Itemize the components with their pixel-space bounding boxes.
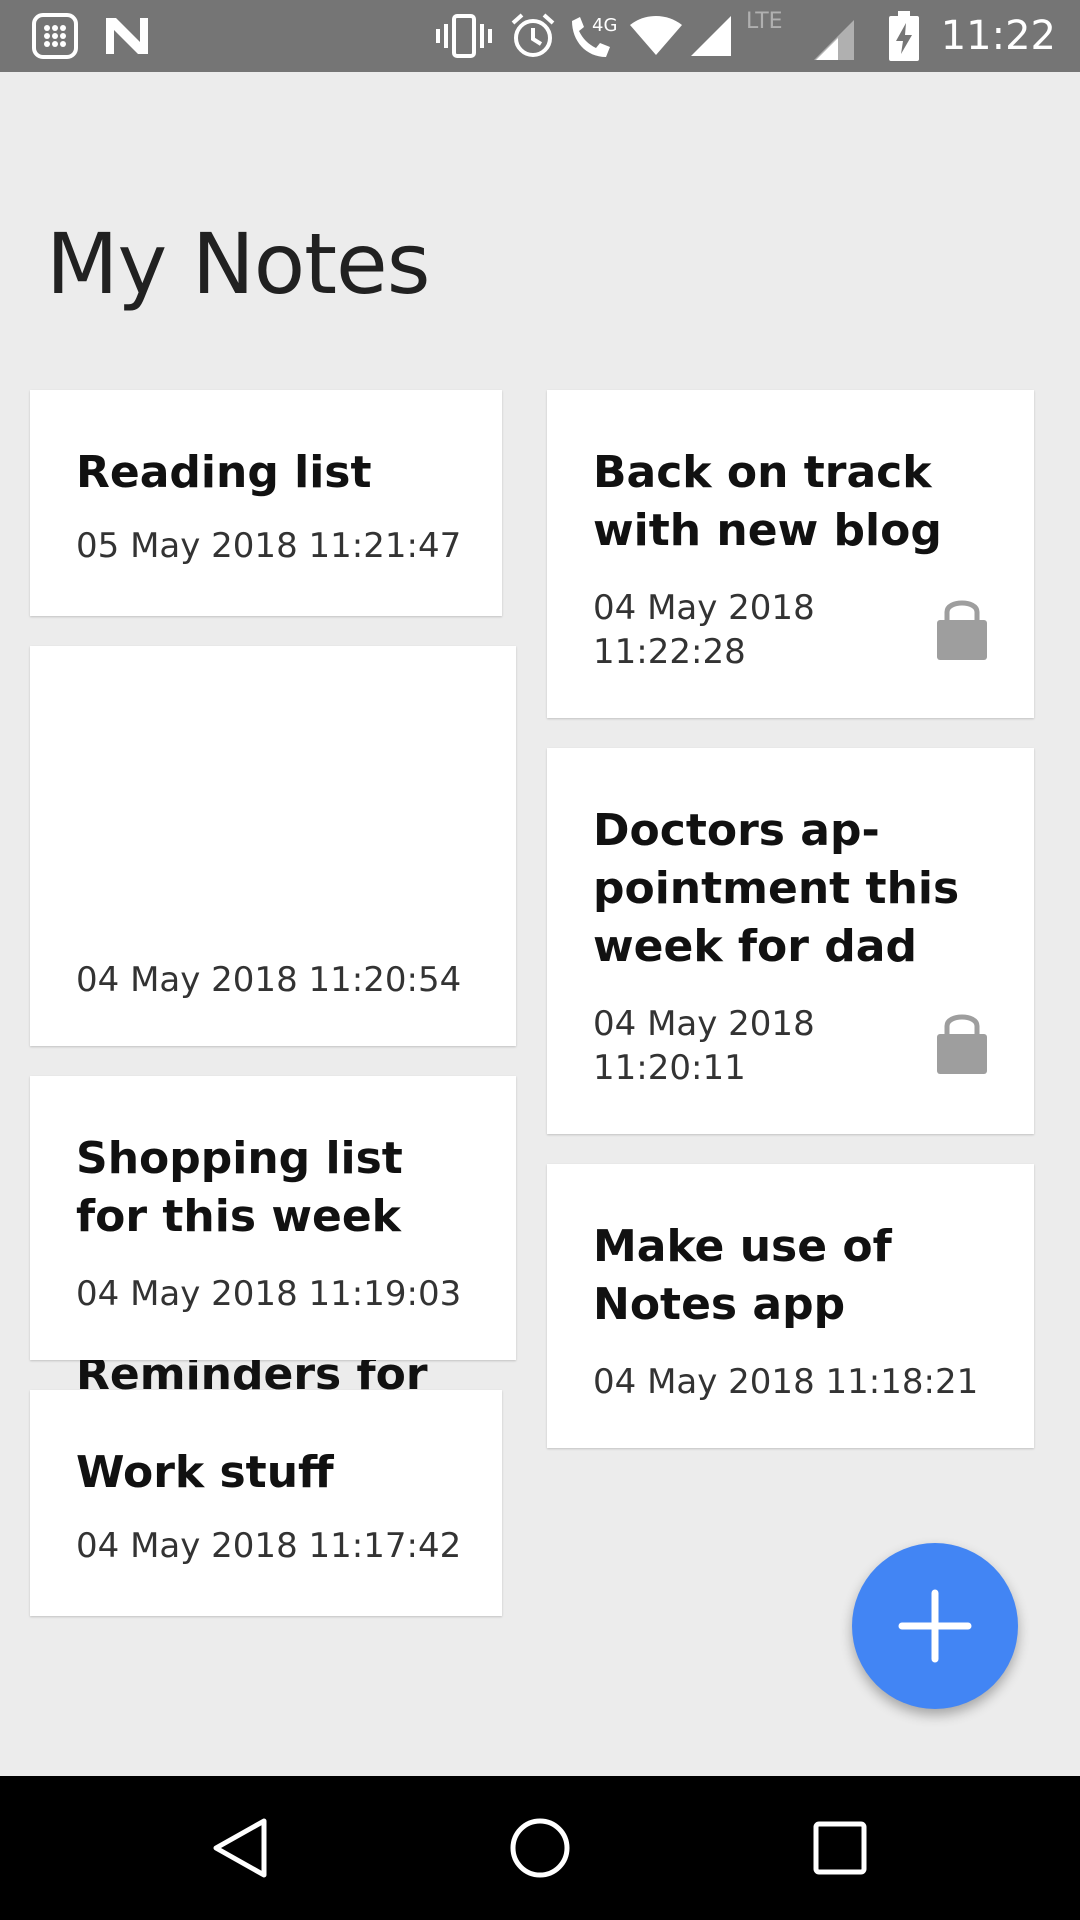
add-note-button[interactable] <box>852 1543 1018 1709</box>
note-date: 04 May 2018 11:20:54 <box>76 960 462 1000</box>
note-title: Back on track with new blog <box>593 447 942 556</box>
lte-signal-icon: LTE <box>744 0 856 72</box>
note-card[interactable]: Reading list 05 May 2018 11:21:47 <box>30 390 502 616</box>
recents-icon <box>813 1821 867 1875</box>
note-date: 04 May 2018 11:17:42 <box>76 1526 462 1566</box>
note-title: Shopping list for this week <box>76 1133 403 1242</box>
n-icon <box>102 0 152 72</box>
home-button[interactable] <box>460 1776 620 1920</box>
alarm-icon <box>508 0 558 72</box>
note-card[interactable]: Work stuff 04 May 2018 11:17:42 <box>30 1390 502 1616</box>
note-card[interactable]: Back on track with new blog 04 May 2018 … <box>547 390 1034 718</box>
page-title: My Notes <box>46 215 430 313</box>
home-icon <box>510 1818 570 1878</box>
signal-icon <box>688 0 734 72</box>
note-title: Work stuff <box>76 1447 334 1498</box>
note-title: Reading list <box>76 447 372 498</box>
navigation-bar <box>0 1776 1080 1920</box>
note-card[interactable]: Shopping list for this week 04 May 2018 … <box>30 1076 516 1360</box>
launcher-icon <box>30 0 80 72</box>
note-title: Doctors ap- pointment this week for dad <box>593 805 960 972</box>
plus-icon <box>898 1589 972 1663</box>
note-card[interactable]: Doctors ap- pointment this week for dad … <box>547 748 1034 1134</box>
back-icon <box>213 1818 267 1878</box>
status-bar: 4G LTE 11:22 <box>0 0 1080 72</box>
note-card[interactable]: Reminders for this week. Need to start p… <box>30 646 516 1574</box>
battery-charging-icon <box>884 0 924 72</box>
note-title: Make use of Notes app <box>593 1221 892 1330</box>
recents-button[interactable] <box>760 1776 920 1920</box>
lock-icon <box>937 600 987 660</box>
note-date: 04 May 2018 11:19:03 <box>76 1274 462 1314</box>
note-date: 04 May 2018 11:18:21 <box>593 1362 979 1402</box>
lte-label: LTE <box>746 9 783 34</box>
wifi-calling-icon: 4G <box>566 0 626 72</box>
lock-icon <box>937 1014 987 1074</box>
note-date: 04 May 2018 11:22:28 <box>593 588 815 672</box>
note-date: 04 May 2018 11:20:11 <box>593 1004 815 1088</box>
network-label: 4G <box>592 15 617 36</box>
note-card[interactable]: Make use of Notes app 04 May 2018 11:18:… <box>547 1164 1034 1448</box>
back-button[interactable] <box>160 1776 320 1920</box>
status-time: 11:22 <box>940 13 1056 59</box>
vibrate-icon <box>434 0 494 72</box>
note-date: 05 May 2018 11:21:47 <box>76 526 462 566</box>
wifi-icon <box>628 0 684 72</box>
